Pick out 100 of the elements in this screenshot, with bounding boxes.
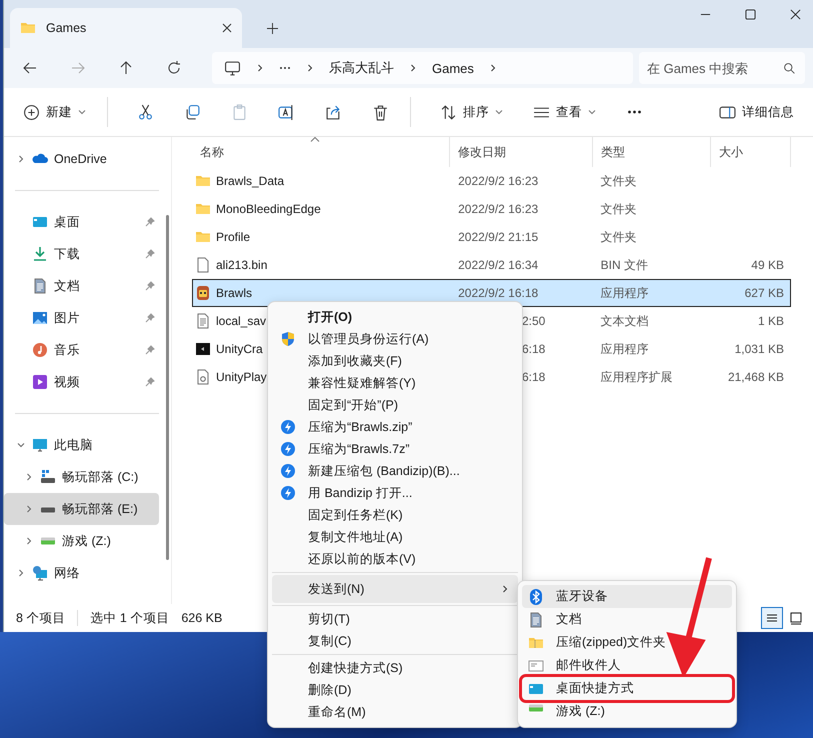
caret-icon xyxy=(495,108,503,116)
type-text: 应用程序扩展 xyxy=(600,368,673,386)
address-bar[interactable]: 乐高大乱斗 Games xyxy=(212,52,633,84)
menu-item[interactable]: 剪切(T) xyxy=(272,608,518,630)
sort-button[interactable]: 排序 xyxy=(431,98,512,126)
pin-icon[interactable] xyxy=(145,345,155,355)
menu-item[interactable]: 新建压缩包 (Bandizip)(B)... xyxy=(272,460,518,482)
folder-icon xyxy=(20,20,36,36)
window-tab[interactable]: Games xyxy=(10,8,242,48)
file-name[interactable]: UnityPlay xyxy=(216,370,267,384)
scrollbar[interactable] xyxy=(166,215,169,560)
column-header[interactable]: 名称 xyxy=(192,137,450,167)
sidebar-item[interactable]: 畅玩部落 (E:) xyxy=(4,493,159,525)
type-text: 文本文档 xyxy=(600,312,649,330)
search-field[interactable]: 在 Games 中搜索 xyxy=(639,52,805,84)
sidebar-item[interactable]: 网络 xyxy=(4,557,159,589)
more-icon[interactable] xyxy=(279,66,291,70)
menu-item[interactable]: 删除(D) xyxy=(272,679,518,701)
chevron-right-icon xyxy=(255,63,265,73)
chevron-right-icon[interactable] xyxy=(16,568,26,578)
sidebar-item[interactable]: 音乐 xyxy=(4,334,159,366)
menu-item[interactable]: 邮件收件人 xyxy=(522,654,732,677)
menu-item[interactable]: 创建快捷方式(S) xyxy=(272,657,518,679)
sidebar-item[interactable]: OneDrive xyxy=(4,143,159,175)
type-text: 应用程序 xyxy=(600,284,649,302)
menu-item[interactable]: 以管理员身份运行(A) xyxy=(272,328,518,350)
file-name[interactable]: UnityCra xyxy=(216,342,263,356)
sidebar-item[interactable]: 图片 xyxy=(4,302,159,334)
panel-icon xyxy=(719,104,736,120)
pin-icon[interactable] xyxy=(145,377,155,387)
refresh-icon[interactable] xyxy=(166,60,182,76)
column-header[interactable]: 大小 xyxy=(711,137,791,167)
new-button[interactable]: 新建 xyxy=(14,98,95,126)
up-arrow-icon[interactable] xyxy=(118,60,134,76)
new-tab-plus-icon[interactable] xyxy=(267,23,278,34)
menu-item[interactable]: 还原以前的版本(V) xyxy=(272,548,518,570)
file-row[interactable]: Brawls 2022/9/2 16:18 应用程序 627 KB xyxy=(192,279,791,307)
pin-icon[interactable] xyxy=(145,281,155,291)
menu-item[interactable]: 发送到(N) xyxy=(272,575,518,603)
chevron-right-icon[interactable] xyxy=(24,536,34,546)
type-text: 应用程序 xyxy=(600,340,649,358)
menu-item[interactable]: 压缩为“Brawls.7z” xyxy=(272,438,518,460)
pin-icon[interactable] xyxy=(145,249,155,259)
file-row[interactable]: Profile 2022/9/2 21:15 文件夹 xyxy=(192,223,791,251)
menu-item[interactable]: 固定到任务栏(K) xyxy=(272,504,518,526)
column-header[interactable]: 类型 xyxy=(593,137,711,167)
monitor-icon xyxy=(32,437,48,453)
chevron-right-icon[interactable] xyxy=(16,154,26,164)
details-pane-button[interactable]: 详细信息 xyxy=(710,98,803,126)
sidebar-item[interactable]: 游戏 (Z:) xyxy=(4,525,159,557)
file-row[interactable]: MonoBleedingEdge 2022/9/2 16:23 文件夹 xyxy=(192,195,791,223)
menu-item[interactable]: 添加到收藏夹(F) xyxy=(272,350,518,372)
menu-item[interactable]: 压缩为“Brawls.zip” xyxy=(272,416,518,438)
menu-item[interactable]: 复制文件地址(A) xyxy=(272,526,518,548)
share-icon xyxy=(325,104,342,120)
menu-item[interactable]: 游戏 (Z:) xyxy=(522,700,732,723)
date-text: 2022/9/2 16:23 xyxy=(458,202,538,216)
chevron-down-icon[interactable] xyxy=(16,440,26,450)
maximize-icon[interactable] xyxy=(745,9,756,20)
text-file-icon xyxy=(195,313,211,329)
date-text: 2:50 xyxy=(522,314,546,328)
menu-item[interactable]: 压缩(zipped)文件夹 xyxy=(522,631,732,654)
column-header[interactable]: 修改日期 xyxy=(450,137,593,167)
pin-icon[interactable] xyxy=(145,217,155,227)
sidebar-item[interactable]: 桌面 xyxy=(4,206,159,238)
sidebar-item[interactable]: 文档 xyxy=(4,270,159,302)
menu-item[interactable]: 文档 xyxy=(522,608,732,631)
breadcrumb[interactable]: Games xyxy=(432,60,474,76)
sidebar-item[interactable]: 畅玩部落 (C:) xyxy=(4,461,159,493)
copy-icon xyxy=(184,104,201,120)
close-icon[interactable] xyxy=(222,23,232,33)
picture-icon xyxy=(32,310,48,326)
file-name[interactable]: local_sav xyxy=(216,314,266,328)
menu-item[interactable]: 固定到“开始”(P) xyxy=(272,394,518,416)
menu-item[interactable]: 桌面快捷方式 xyxy=(522,677,732,700)
date-text: 2022/9/2 16:23 xyxy=(458,174,538,188)
menu-item[interactable]: 兼容性疑难解答(Y) xyxy=(272,372,518,394)
menu-item[interactable]: 重命名(M) xyxy=(272,701,518,723)
menu-item[interactable]: 用 Bandizip 打开... xyxy=(272,482,518,504)
caret-icon xyxy=(588,108,596,116)
view-button[interactable]: 查看 xyxy=(524,98,605,126)
menu-item[interactable]: 蓝牙设备 xyxy=(522,585,732,608)
date-text: 6:18 xyxy=(522,342,546,356)
sidebar-item[interactable]: 此电脑 xyxy=(4,429,159,461)
more-icon xyxy=(626,110,643,114)
file-row[interactable]: Brawls_Data 2022/9/2 16:23 文件夹 xyxy=(192,167,791,195)
size-text: 21,468 KB xyxy=(728,370,784,384)
sidebar-item[interactable]: 下载 xyxy=(4,238,159,270)
menu-item[interactable]: 复制(C) xyxy=(272,630,518,652)
breadcrumb[interactable]: 乐高大乱斗 xyxy=(329,59,394,77)
type-text: 文件夹 xyxy=(600,172,637,190)
network-globe-icon xyxy=(32,565,48,581)
back-arrow-icon[interactable] xyxy=(22,60,38,76)
menu-item[interactable]: 打开(O) xyxy=(272,306,518,328)
close-icon[interactable] xyxy=(790,9,801,20)
file-row[interactable]: ali213.bin 2022/9/2 16:34 BIN 文件 49 KB xyxy=(192,251,791,279)
pin-icon[interactable] xyxy=(145,313,155,323)
chevron-right-icon[interactable] xyxy=(24,472,34,482)
sidebar-item[interactable]: 视频 xyxy=(4,366,159,398)
details-view-button[interactable] xyxy=(761,607,783,629)
